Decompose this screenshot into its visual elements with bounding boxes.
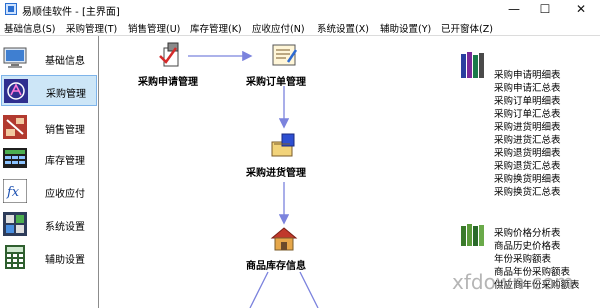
warehouse-icon[interactable] [270,226,298,252]
report-link[interactable]: 年份采购额表 [494,253,551,266]
purchase-order-icon[interactable] [270,42,298,68]
purchase-receiving-icon[interactable] [270,132,298,158]
watermark: xfdown.com [452,270,574,294]
bookshelf-icon [461,224,484,246]
menu-inventory[interactable]: 库存管理(K) [190,21,242,35]
report-link[interactable]: 商品历史价格表 [494,240,561,253]
report-link[interactable]: 采购申请明细表 [494,69,561,82]
sidebar: 基础信息 采购管理 销售管理 库存管理 fx 应收应付 系统设置 辅助设置 [0,36,99,308]
menu-open-windows[interactable]: 已开窗体(Z) [441,21,493,35]
report-link[interactable]: 采购订单汇总表 [494,108,561,121]
sidebar-item-label: 采购管理 [46,89,86,100]
node-stock-info[interactable]: 商品库存信息 [246,257,306,272]
sidebar-item-label: 基础信息 [45,56,85,67]
report-link[interactable]: 采购退货明细表 [494,147,561,160]
node-purchase-order[interactable]: 采购订单管理 [246,73,306,88]
arrow-stock-left [249,271,269,308]
report-link[interactable]: 采购换货明细表 [494,173,561,186]
sidebar-item-purchase[interactable]: 采购管理 [1,75,97,106]
report-link[interactable]: 采购退货汇总表 [494,160,561,173]
report-link[interactable]: 采购申请汇总表 [494,82,561,95]
menu-basic-info[interactable]: 基础信息(S) [4,21,55,35]
formula-icon: fx [3,179,27,203]
calculator-icon [5,245,25,269]
menu-sales[interactable]: 销售管理(U) [128,21,180,35]
node-purchase-receiving[interactable]: 采购进货管理 [246,164,306,179]
report-link[interactable]: 采购订单明细表 [494,95,561,108]
menu-receivables[interactable]: 应收应付(N) [252,21,305,35]
sidebar-item-inventory[interactable]: 库存管理 [1,143,97,174]
title-bar: 易顺佳软件 - [主界面] — ☐ ✕ [0,0,600,19]
sidebar-item-receivables[interactable]: fx 应收应付 [1,176,97,207]
report-link[interactable]: 采购换货汇总表 [494,186,561,199]
scales-icon [3,115,27,139]
maximize-button[interactable]: ☐ [528,0,562,19]
minimize-button[interactable]: — [497,0,531,19]
spreadsheet-icon [3,148,27,168]
app-icon [5,3,17,15]
sidebar-item-system-settings[interactable]: 系统设置 [1,209,97,240]
shopping-icon [4,79,28,103]
sidebar-item-sales[interactable]: 销售管理 [1,112,97,143]
window-title: 易顺佳软件 - [主界面] [22,7,120,18]
sidebar-item-label: 库存管理 [45,156,85,167]
svg-text:fx: fx [6,185,20,200]
menu-purchase[interactable]: 采购管理(T) [66,21,117,35]
sidebar-item-label: 应收应付 [45,189,85,200]
report-link[interactable]: 采购进货汇总表 [494,134,561,147]
purchase-request-icon[interactable] [158,42,186,68]
report-link[interactable]: 采购进货明细表 [494,121,561,134]
arrow-stock-right [299,271,319,308]
sidebar-item-label: 销售管理 [45,125,85,136]
sidebar-item-label: 辅助设置 [45,255,85,266]
sidebar-item-basic-info[interactable]: 基础信息 [1,43,97,74]
node-purchase-request[interactable]: 采购申请管理 [138,73,198,88]
books-icon [461,52,484,78]
sidebar-item-aux-settings[interactable]: 辅助设置 [1,242,97,273]
report-link[interactable]: 采购价格分析表 [494,227,561,240]
close-button[interactable]: ✕ [564,0,598,19]
settings-icon [3,212,27,236]
menu-aux-settings[interactable]: 辅助设置(Y) [380,21,431,35]
sidebar-item-label: 系统设置 [45,222,85,233]
main-panel: 采购申请管理 采购订单管理 采购进货管理 商品库存信息 采购申请明细表 采购申请… [100,36,600,308]
monitor-icon [3,47,27,68]
menu-system-settings[interactable]: 系统设置(X) [317,21,369,35]
menu-bar: 基础信息(S) 采购管理(T) 销售管理(U) 库存管理(K) 应收应付(N) … [0,19,600,36]
